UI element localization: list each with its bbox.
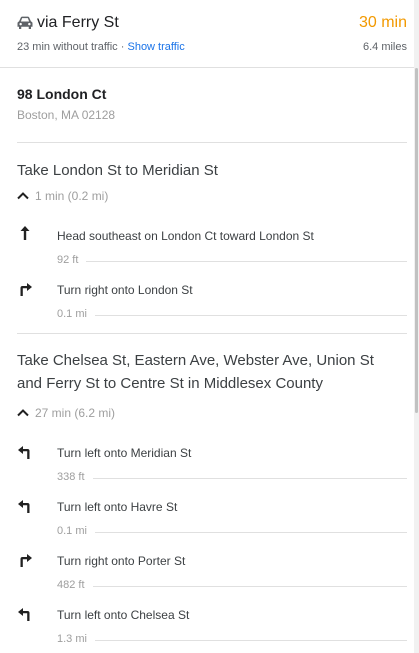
- step-divider: [57, 478, 407, 479]
- section-title[interactable]: Take Chelsea St, Eastern Ave, Webster Av…: [17, 349, 397, 395]
- step-instruction: Turn right onto London St: [57, 283, 193, 297]
- step-instruction: Turn left onto Meridian St: [57, 446, 192, 460]
- step-distance: 482 ft: [57, 579, 93, 591]
- scrollbar-thumb[interactable]: [415, 68, 418, 413]
- turn-right-icon: [20, 554, 32, 567]
- arrow-straight-icon: [20, 226, 30, 240]
- chevron-up-icon: [17, 409, 29, 417]
- destination-name: 98 London Ct: [17, 86, 107, 102]
- traffic-info: 23 min without traffic · Show traffic: [17, 41, 185, 53]
- chevron-up-icon: [17, 192, 29, 200]
- turn-right-icon: [20, 283, 32, 296]
- turn-left-icon: [18, 500, 30, 513]
- traffic-note: 23 min without traffic: [17, 41, 118, 53]
- section-meta: 1 min (0.2 mi): [35, 189, 109, 203]
- section-meta: 27 min (6.2 mi): [35, 406, 116, 420]
- step-divider: [57, 261, 407, 262]
- step-instruction: Turn left onto Havre St: [57, 500, 178, 514]
- route-via-label: via Ferry St: [37, 14, 119, 31]
- car-icon: [17, 16, 33, 29]
- step-divider: [57, 315, 407, 316]
- step-instruction: Turn right onto Porter St: [57, 554, 186, 568]
- show-traffic-link[interactable]: Show traffic: [127, 41, 184, 53]
- divider: [17, 333, 407, 334]
- step-distance: 338 ft: [57, 471, 93, 483]
- step-instruction: Head southeast on London Ct toward Londo…: [57, 229, 314, 243]
- step-distance: 0.1 mi: [57, 525, 95, 537]
- route-distance: 6.4 miles: [362, 41, 407, 53]
- step-distance: 1.3 mi: [57, 633, 95, 645]
- route-duration: 30 min: [358, 14, 407, 31]
- destination-address: Boston, MA 02128: [17, 108, 116, 122]
- step-divider: [57, 640, 407, 641]
- step-instruction: Turn left onto Chelsea St: [57, 608, 190, 622]
- turn-left-icon: [18, 608, 30, 621]
- step-distance: 92 ft: [57, 254, 87, 266]
- step-divider: [57, 532, 407, 533]
- step-divider: [57, 586, 407, 587]
- step-distance: 0.1 mi: [57, 308, 95, 320]
- section-collapse-toggle[interactable]: 27 min (6.2 mi): [17, 406, 115, 420]
- turn-left-icon: [18, 446, 30, 459]
- section-title[interactable]: Take London St to Meridian St: [17, 159, 397, 182]
- divider: [17, 142, 407, 143]
- route-summary[interactable]: via Ferry St 30 min 23 min without traff…: [0, 0, 414, 68]
- separator: ·: [120, 41, 125, 53]
- section-collapse-toggle[interactable]: 1 min (0.2 mi): [17, 189, 108, 203]
